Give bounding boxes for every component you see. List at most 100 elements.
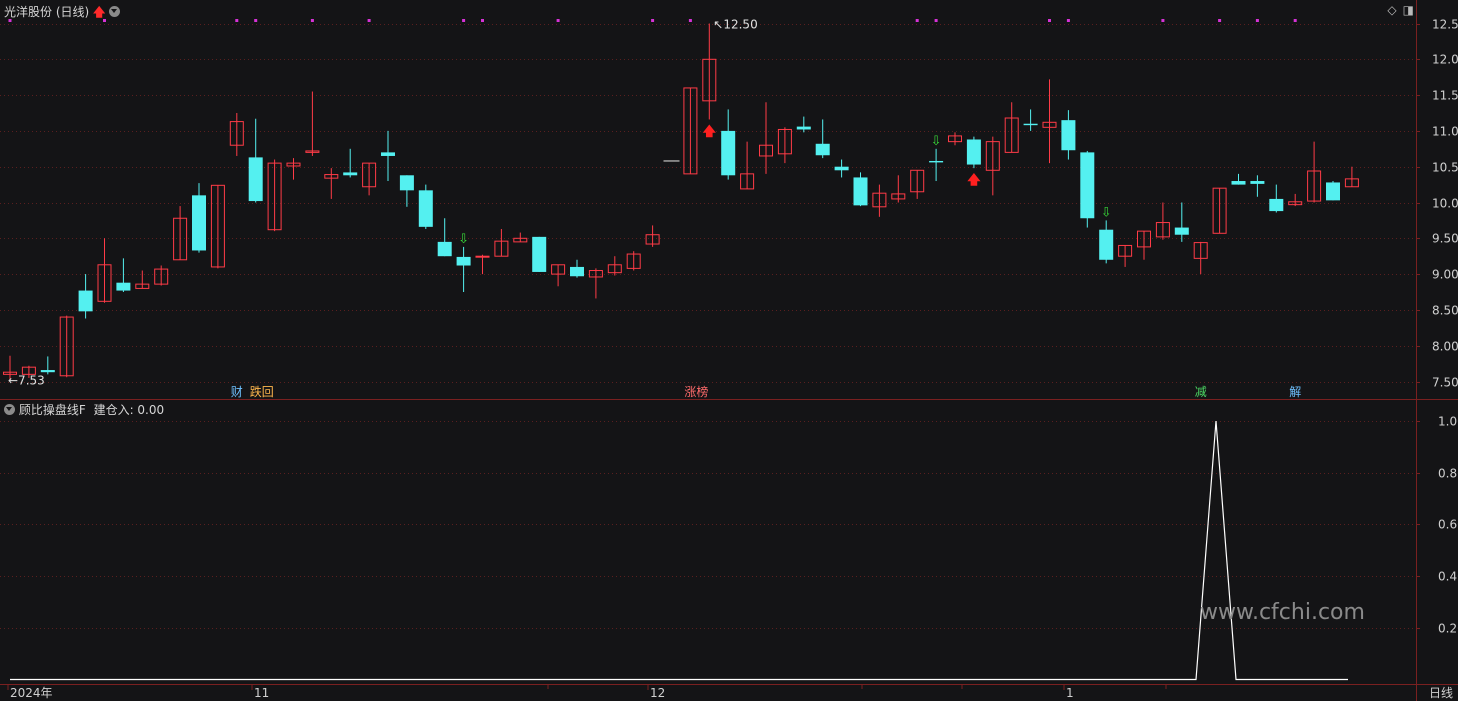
candle xyxy=(891,175,906,203)
candle xyxy=(494,228,509,257)
buy-arrow-icon: 🡅 xyxy=(967,173,981,188)
candle xyxy=(267,159,282,232)
candle-body xyxy=(532,236,547,272)
candle xyxy=(78,274,93,319)
candle-body xyxy=(1326,182,1340,201)
signal-dot xyxy=(688,19,692,22)
candle-body xyxy=(966,139,981,165)
candle xyxy=(1212,187,1227,234)
x-tick-label: 12 xyxy=(650,686,665,700)
event-label: 跌回 xyxy=(250,384,274,399)
candle xyxy=(1288,193,1303,207)
y-tick-label: 0.80 xyxy=(1438,467,1458,481)
candle xyxy=(97,238,112,303)
candle xyxy=(796,116,811,133)
candle xyxy=(418,184,433,229)
price-grid xyxy=(0,24,1416,383)
candle xyxy=(324,168,339,199)
candle xyxy=(513,232,528,243)
candle xyxy=(1193,241,1208,275)
candle-body xyxy=(418,190,433,227)
candle-body xyxy=(815,143,830,156)
signal-dot xyxy=(254,19,258,22)
candle-body xyxy=(1174,227,1189,235)
candlestick-series[interactable] xyxy=(3,23,1359,380)
candle-body xyxy=(1023,123,1038,126)
candle xyxy=(229,113,244,156)
candle-body xyxy=(475,255,490,258)
candle xyxy=(192,183,206,253)
candle xyxy=(173,206,188,261)
watermark: www.cfchi.com xyxy=(1200,600,1365,625)
indicator-axis: 1.00 0.80 0.60 0.40 0.20 xyxy=(1416,415,1458,636)
high-label: ↖12.50 xyxy=(713,18,757,32)
candle xyxy=(1231,173,1246,185)
signal-dot xyxy=(1293,19,1297,22)
signal-dot xyxy=(1048,19,1051,22)
signal-dot xyxy=(651,19,655,22)
candle xyxy=(645,225,660,247)
chart-frame xyxy=(0,0,1458,701)
candle-body xyxy=(116,282,131,291)
y-tick-label: 9.50 xyxy=(1432,232,1458,246)
up-arrow-icon: 🡅 xyxy=(93,5,106,19)
indicator-title[interactable]: 顾比操盘线F xyxy=(19,403,86,417)
candle-body xyxy=(570,266,584,277)
candle xyxy=(702,23,717,120)
candle-body xyxy=(1061,120,1076,151)
candle xyxy=(343,148,358,178)
y-tick-label: 12.00 xyxy=(1432,53,1458,67)
time-axis: 2024年 11 12 1 日线 xyxy=(7,685,1453,700)
candle xyxy=(116,258,131,292)
candle xyxy=(777,127,792,164)
candle xyxy=(740,141,755,190)
candle xyxy=(910,169,925,199)
candle xyxy=(456,246,471,292)
candle xyxy=(1307,141,1322,203)
candle xyxy=(1099,220,1114,264)
chevron-down-icon[interactable] xyxy=(4,404,15,415)
indicator-series-line xyxy=(10,420,1348,681)
candle xyxy=(59,315,74,378)
indicator-line xyxy=(10,420,1348,681)
signal-dot xyxy=(367,19,371,22)
signal-dot xyxy=(1255,19,1259,22)
period-label: 日线 xyxy=(1429,686,1453,700)
candle-body xyxy=(40,370,55,373)
signal-dot xyxy=(310,19,314,22)
y-tick-label: 9.00 xyxy=(1432,268,1458,282)
signal-dot xyxy=(1066,19,1070,22)
sell-arrow-icon: ⇩ xyxy=(931,134,942,149)
candle xyxy=(853,172,868,207)
sell-arrow-icon: ⇩ xyxy=(1101,205,1112,220)
candle-body xyxy=(1099,229,1114,260)
candle xyxy=(381,130,395,182)
indicator-header: 顾比操盘线F 建仓入: 0.00 xyxy=(4,401,164,418)
diamond-icon[interactable]: ◇ xyxy=(1387,3,1396,17)
chevron-down-icon[interactable] xyxy=(109,6,121,17)
candle xyxy=(551,264,566,287)
candle xyxy=(929,148,944,182)
y-tick-label: 0.40 xyxy=(1438,570,1458,584)
stock-title[interactable]: 光洋股份 (日线) xyxy=(4,5,89,19)
candle-body xyxy=(834,166,849,171)
event-label: 解 xyxy=(1289,385,1301,399)
candle xyxy=(1174,202,1189,242)
signal-dot xyxy=(915,19,919,22)
panel-toggle-icon[interactable]: ◨ xyxy=(1403,3,1414,17)
candle xyxy=(305,91,320,156)
sell-arrow-icon: ⇩ xyxy=(458,232,469,247)
y-tick-label: 11.50 xyxy=(1432,89,1458,103)
candle-body xyxy=(1080,152,1095,219)
candle xyxy=(1137,230,1151,260)
indicator-grid xyxy=(0,421,1416,629)
candle xyxy=(1344,166,1359,188)
candle-body xyxy=(381,152,395,156)
candle xyxy=(759,102,773,174)
candle xyxy=(626,251,641,271)
top-right-tools: ◇ ◨ xyxy=(1381,3,1414,17)
price-axis: 12.50 12.00 11.50 11.00 10.50 10.00 9.50 9.00 8.… xyxy=(1416,18,1458,390)
candle xyxy=(948,132,962,146)
candle xyxy=(532,236,547,272)
candle xyxy=(834,159,849,178)
